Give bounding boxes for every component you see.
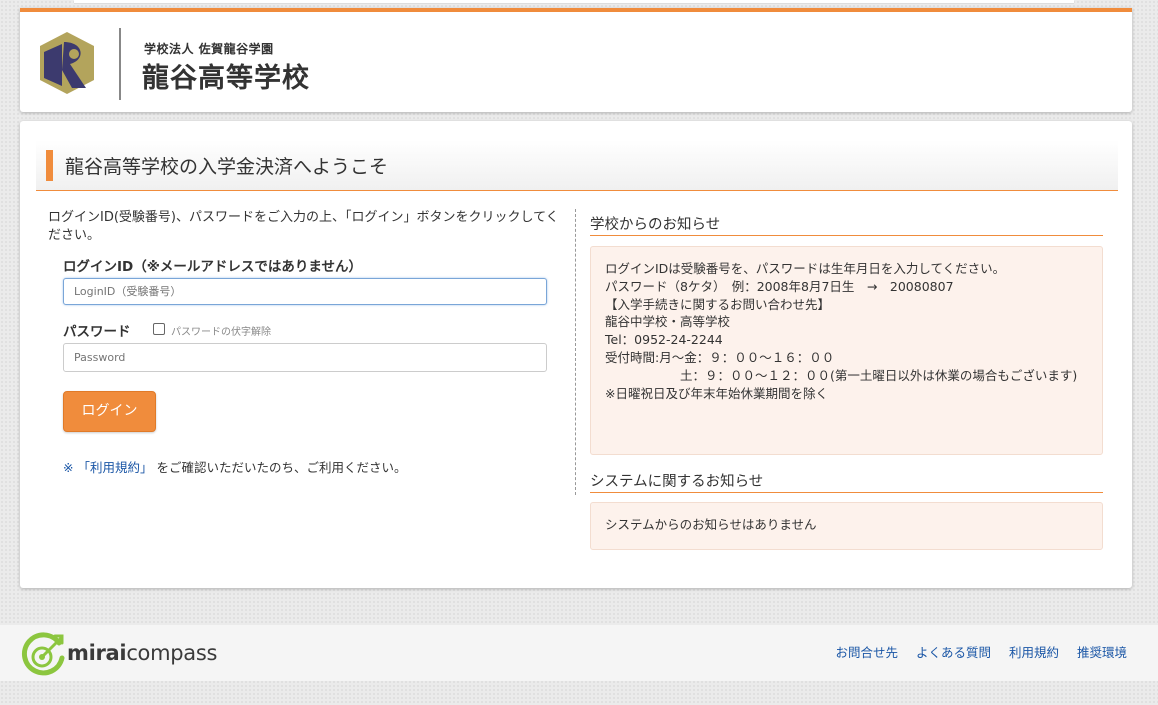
login-button[interactable]: ログイン	[63, 391, 156, 432]
footer-brand-bold: mirai	[67, 641, 127, 665]
column-divider	[575, 209, 576, 495]
notice-line: パスワード（8ケタ） 例：2008年8月7日生 → 20080807	[605, 278, 954, 294]
logo-divider	[119, 28, 121, 100]
footer-links: お問合せ先 よくある質問 利用規約 推奨環境	[821, 642, 1127, 661]
school-notices-title: 学校からのお知らせ	[590, 213, 1103, 236]
top-strip	[74, 0, 1074, 4]
notice-line: 龍谷中学校・高等学校	[605, 314, 731, 330]
footer-link-contact[interactable]: お問合せ先	[835, 645, 898, 660]
notice-line: ログインIDは受験番号を、パスワードは生年月日を入力してください。	[605, 261, 1006, 276]
footer-brand: miraicompass	[67, 641, 217, 665]
terms-link[interactable]: 「利用規約」	[77, 460, 152, 475]
login-form: ログインID(受験番号)、パスワードをご入力の上、「ログイン」ボタンをクリックし…	[48, 209, 572, 495]
school-corporation-name: 学校法人 佐賀龍谷学園	[144, 42, 274, 56]
password-input[interactable]	[63, 343, 547, 372]
school-notices-box: ログインIDは受験番号を、パスワードは生年月日を入力してください。 パスワード（…	[590, 246, 1103, 455]
footer-link-environment[interactable]: 推奨環境	[1077, 645, 1127, 660]
footer: miraicompass お問合せ先 よくある質問 利用規約 推奨環境	[0, 625, 1158, 681]
password-row: パスワード パスワードの伏字解除	[63, 320, 543, 340]
footer-link-faq[interactable]: よくある質問	[916, 645, 991, 660]
school-name: 龍谷高等学校	[142, 63, 310, 94]
notice-line: ※日曜祝日及び年末年始休業期間を除く	[605, 385, 828, 401]
system-notices-box: システムからのお知らせはありません	[590, 502, 1103, 550]
notice-line: 土：９：００～１２：００(第一土曜日以外は休業の場合もございます)	[605, 367, 1078, 383]
password-label: パスワード	[63, 324, 131, 340]
notice-line: 【入学手続きに関するお問い合わせ先】	[605, 296, 831, 312]
page-title: 龍谷高等学校の入学金決済へようこそ	[65, 156, 389, 178]
footer-link-terms[interactable]: 利用規約	[1009, 645, 1059, 660]
show-password-checkbox[interactable]	[153, 323, 165, 335]
footer-brand-rest: compass	[126, 641, 218, 665]
terms-suffix: をご確認いただいたのち、ご利用ください。	[156, 460, 407, 475]
welcome-bar: 龍谷高等学校の入学金決済へようこそ	[36, 140, 1118, 191]
system-notice-message: システムからのお知らせはありません	[605, 517, 817, 532]
login-id-input[interactable]	[63, 278, 547, 305]
notices-column: 学校からのお知らせ ログインIDは受験番号を、パスワードは生年月日を入力してくだ…	[590, 213, 1103, 550]
welcome-accent-bar	[46, 150, 53, 181]
notice-line: Tel：0952-24-2244	[605, 332, 723, 348]
system-notices-title: システムに関するお知らせ	[590, 470, 1103, 493]
site-header: 学校法人 佐賀龍谷学園 龍谷高等学校	[20, 8, 1132, 112]
school-logo-icon	[40, 32, 94, 94]
login-instructions: ログインID(受験番号)、パスワードをご入力の上、「ログイン」ボタンをクリックし…	[48, 210, 559, 243]
terms-note: ※ 「利用規約」 をご確認いただいたのち、ご利用ください。	[63, 457, 406, 476]
notice-line: 受付時間:月～金：９：００～１６：００	[605, 349, 835, 365]
login-id-label: ログインID（※メールアドレスではありません）	[63, 259, 362, 275]
terms-mark: ※	[63, 460, 74, 475]
main-card: 龍谷高等学校の入学金決済へようこそ ログインID(受験番号)、パスワードをご入力…	[20, 121, 1132, 588]
show-password-label[interactable]: パスワードの伏字解除	[171, 323, 271, 338]
miraicompass-logo-icon	[22, 632, 65, 676]
